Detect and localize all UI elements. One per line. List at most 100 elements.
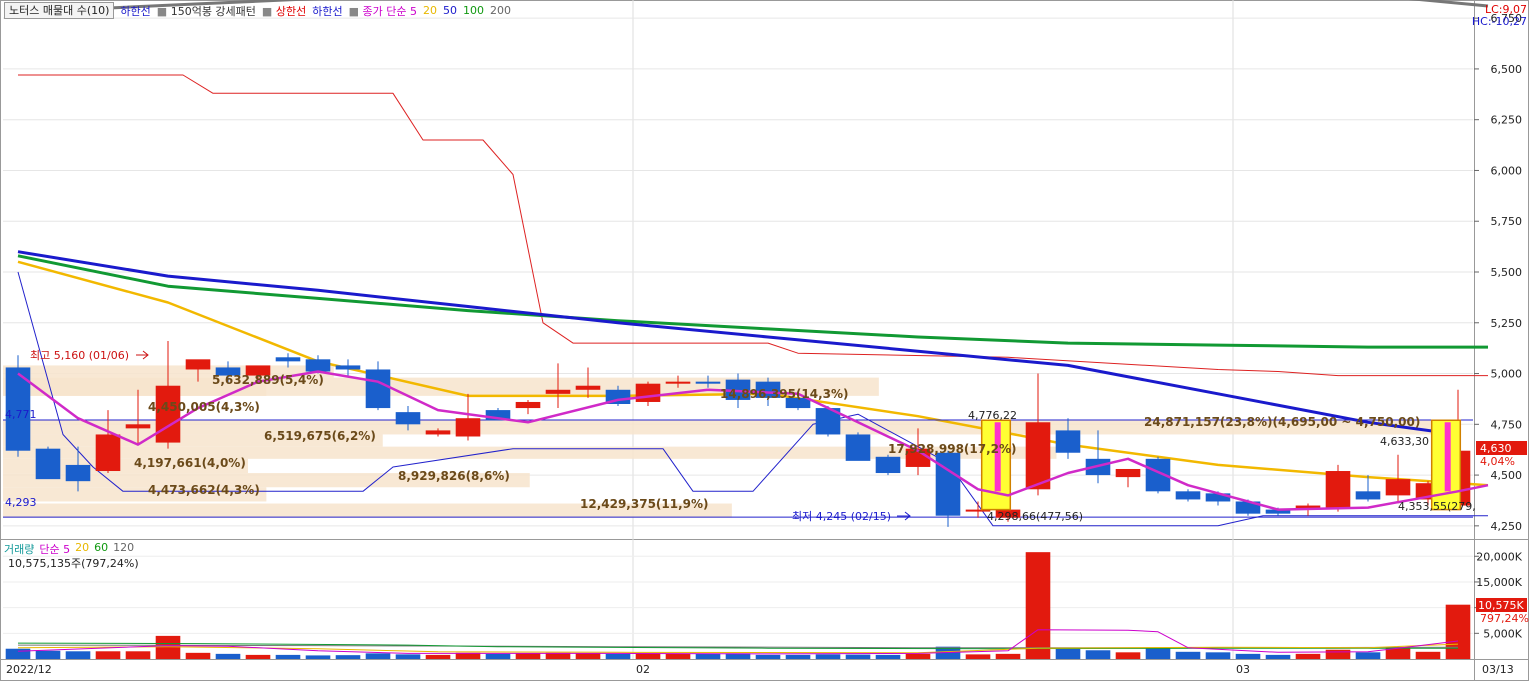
volume-profile-label: 5,632,889(5,4%)	[212, 373, 324, 387]
volume-bar	[185, 652, 211, 659]
date-label: 03/13	[1482, 663, 1514, 676]
volume-bar	[1415, 651, 1441, 659]
volume-bar	[1265, 654, 1291, 659]
legend-ma50[interactable]: 50	[443, 4, 457, 17]
stock-chart[interactable]: 6,7506,5006,2506,0005,7505,5005,2505,000…	[0, 0, 1529, 681]
volume-profile-label: 6,519,675(6,2%)	[264, 429, 376, 443]
volume-bar	[1055, 648, 1081, 659]
volume-bar	[35, 650, 61, 659]
date-label: 03	[1236, 663, 1250, 676]
candle-body	[35, 448, 61, 480]
volume-bar	[905, 653, 931, 659]
legend-ma100[interactable]: 100	[463, 4, 484, 17]
candle-body	[935, 452, 961, 516]
low-annotation: 최저 4,245 (02/15)	[792, 510, 891, 523]
volume-profile-label: 4,473,662(4,3%)	[148, 483, 260, 497]
volume-bar	[335, 655, 361, 659]
candle-body	[125, 424, 151, 429]
volume-profile-label: 8,929,826(8,6%)	[398, 469, 510, 483]
volume-bar	[5, 648, 31, 659]
volume-bar	[305, 655, 331, 659]
legend-ma-close[interactable]: ■ 종가 단순 5	[349, 3, 417, 19]
volume-bar	[485, 653, 511, 659]
candle-body	[575, 385, 601, 390]
volume-bar	[965, 654, 991, 659]
candle-body	[665, 381, 691, 384]
date-label: 2022/12	[6, 663, 52, 676]
candle-body	[545, 389, 571, 394]
volume-bar	[275, 654, 301, 659]
pattern-mark	[1444, 422, 1451, 492]
volume-bar	[155, 635, 181, 659]
price-tick-label: 5,000	[1491, 368, 1523, 381]
candle-body	[65, 464, 91, 482]
candle-body	[455, 418, 481, 437]
high-arrow	[136, 350, 149, 360]
volume-profile-label: 4,450,005(4,3%)	[148, 400, 260, 414]
volume-bar	[1145, 648, 1171, 659]
candle-body	[1115, 468, 1141, 478]
mark-477622: 4,776,22	[968, 409, 1017, 422]
mark-4293: 4,293	[5, 496, 37, 509]
volume-bar	[425, 654, 451, 659]
volume-bar	[1355, 652, 1381, 659]
volume-tick-label: 15,000K	[1476, 576, 1522, 589]
volume-bar	[1325, 649, 1351, 659]
current-volume-label: 10,575K	[1478, 599, 1524, 612]
volume-summary: 10,575,135주(797,24%)	[8, 557, 139, 570]
legend-lower-band[interactable]: 하한선	[120, 3, 150, 19]
volume-tick-label: 5,000K	[1483, 627, 1522, 640]
high-annotation: 최고 5,160 (01/06)	[30, 349, 129, 362]
candle-body	[695, 381, 721, 384]
price-tick-label: 6,250	[1491, 114, 1523, 127]
volume-bar	[665, 653, 691, 659]
date-label: 02	[636, 663, 650, 676]
volume-bar	[395, 654, 421, 659]
chart-header: 노터스 매물대 수(10) 하한선 ■ 150억봉 강세패턴 ■ 상한선 하한선…	[4, 2, 511, 19]
legend-ma20[interactable]: 20	[423, 4, 437, 17]
candle-body	[635, 383, 661, 402]
low-arrow	[897, 511, 911, 521]
legend-pattern[interactable]: ■ 150억봉 강세패턴	[157, 3, 256, 19]
legend-ma200[interactable]: 200	[490, 4, 511, 17]
volume-bar	[695, 653, 721, 659]
candle-body	[1385, 479, 1411, 496]
price-tick-label: 4,250	[1491, 520, 1523, 533]
volume-bar	[1235, 653, 1261, 659]
volume-profile-label: 4,197,661(4,0%)	[134, 456, 246, 470]
candle-body	[845, 434, 871, 461]
volume-bar	[1115, 652, 1141, 659]
candle-body	[395, 412, 421, 425]
outer-frame	[0, 0, 1529, 681]
mark-463330: 4,633,30	[1380, 435, 1429, 448]
volume-bar	[815, 654, 841, 659]
volume-bar	[1175, 651, 1201, 659]
volume-bar	[1085, 650, 1111, 659]
hc-value: HC:-10,27	[1471, 15, 1527, 28]
volume-bar	[215, 653, 241, 659]
candle-body	[1175, 491, 1201, 500]
volume-profile-label: 12,429,375(11,9%)	[580, 497, 709, 511]
volume-bar	[875, 654, 901, 659]
candle-body	[1055, 430, 1081, 453]
candle-body	[515, 401, 541, 409]
volume-bar	[575, 653, 601, 659]
mark-435355: 4,353,55(279,	[1398, 500, 1476, 513]
candle-body	[425, 430, 451, 435]
candle-body	[335, 365, 361, 370]
ma100-line	[17, 254, 1488, 349]
volume-bar	[785, 654, 811, 659]
price-tick-label: 4,500	[1491, 469, 1523, 482]
legend-upper[interactable]: ■ 상한선	[262, 3, 306, 19]
price-tick-label: 5,250	[1491, 317, 1523, 330]
volume-bar	[995, 653, 1021, 659]
mark-4771: 4,771	[5, 408, 37, 421]
volume-bar	[1295, 653, 1321, 659]
price-tick-label: 4,750	[1491, 418, 1523, 431]
volume-profile-label: 14,896,395(14,3%)	[720, 387, 849, 401]
volume-bar	[245, 654, 271, 659]
indicator-title[interactable]: 노터스 매물대 수(10)	[4, 2, 115, 19]
volume-bar	[1445, 604, 1471, 659]
volume-bar	[1205, 652, 1231, 659]
legend-lower-band-2[interactable]: 하한선	[312, 3, 342, 19]
